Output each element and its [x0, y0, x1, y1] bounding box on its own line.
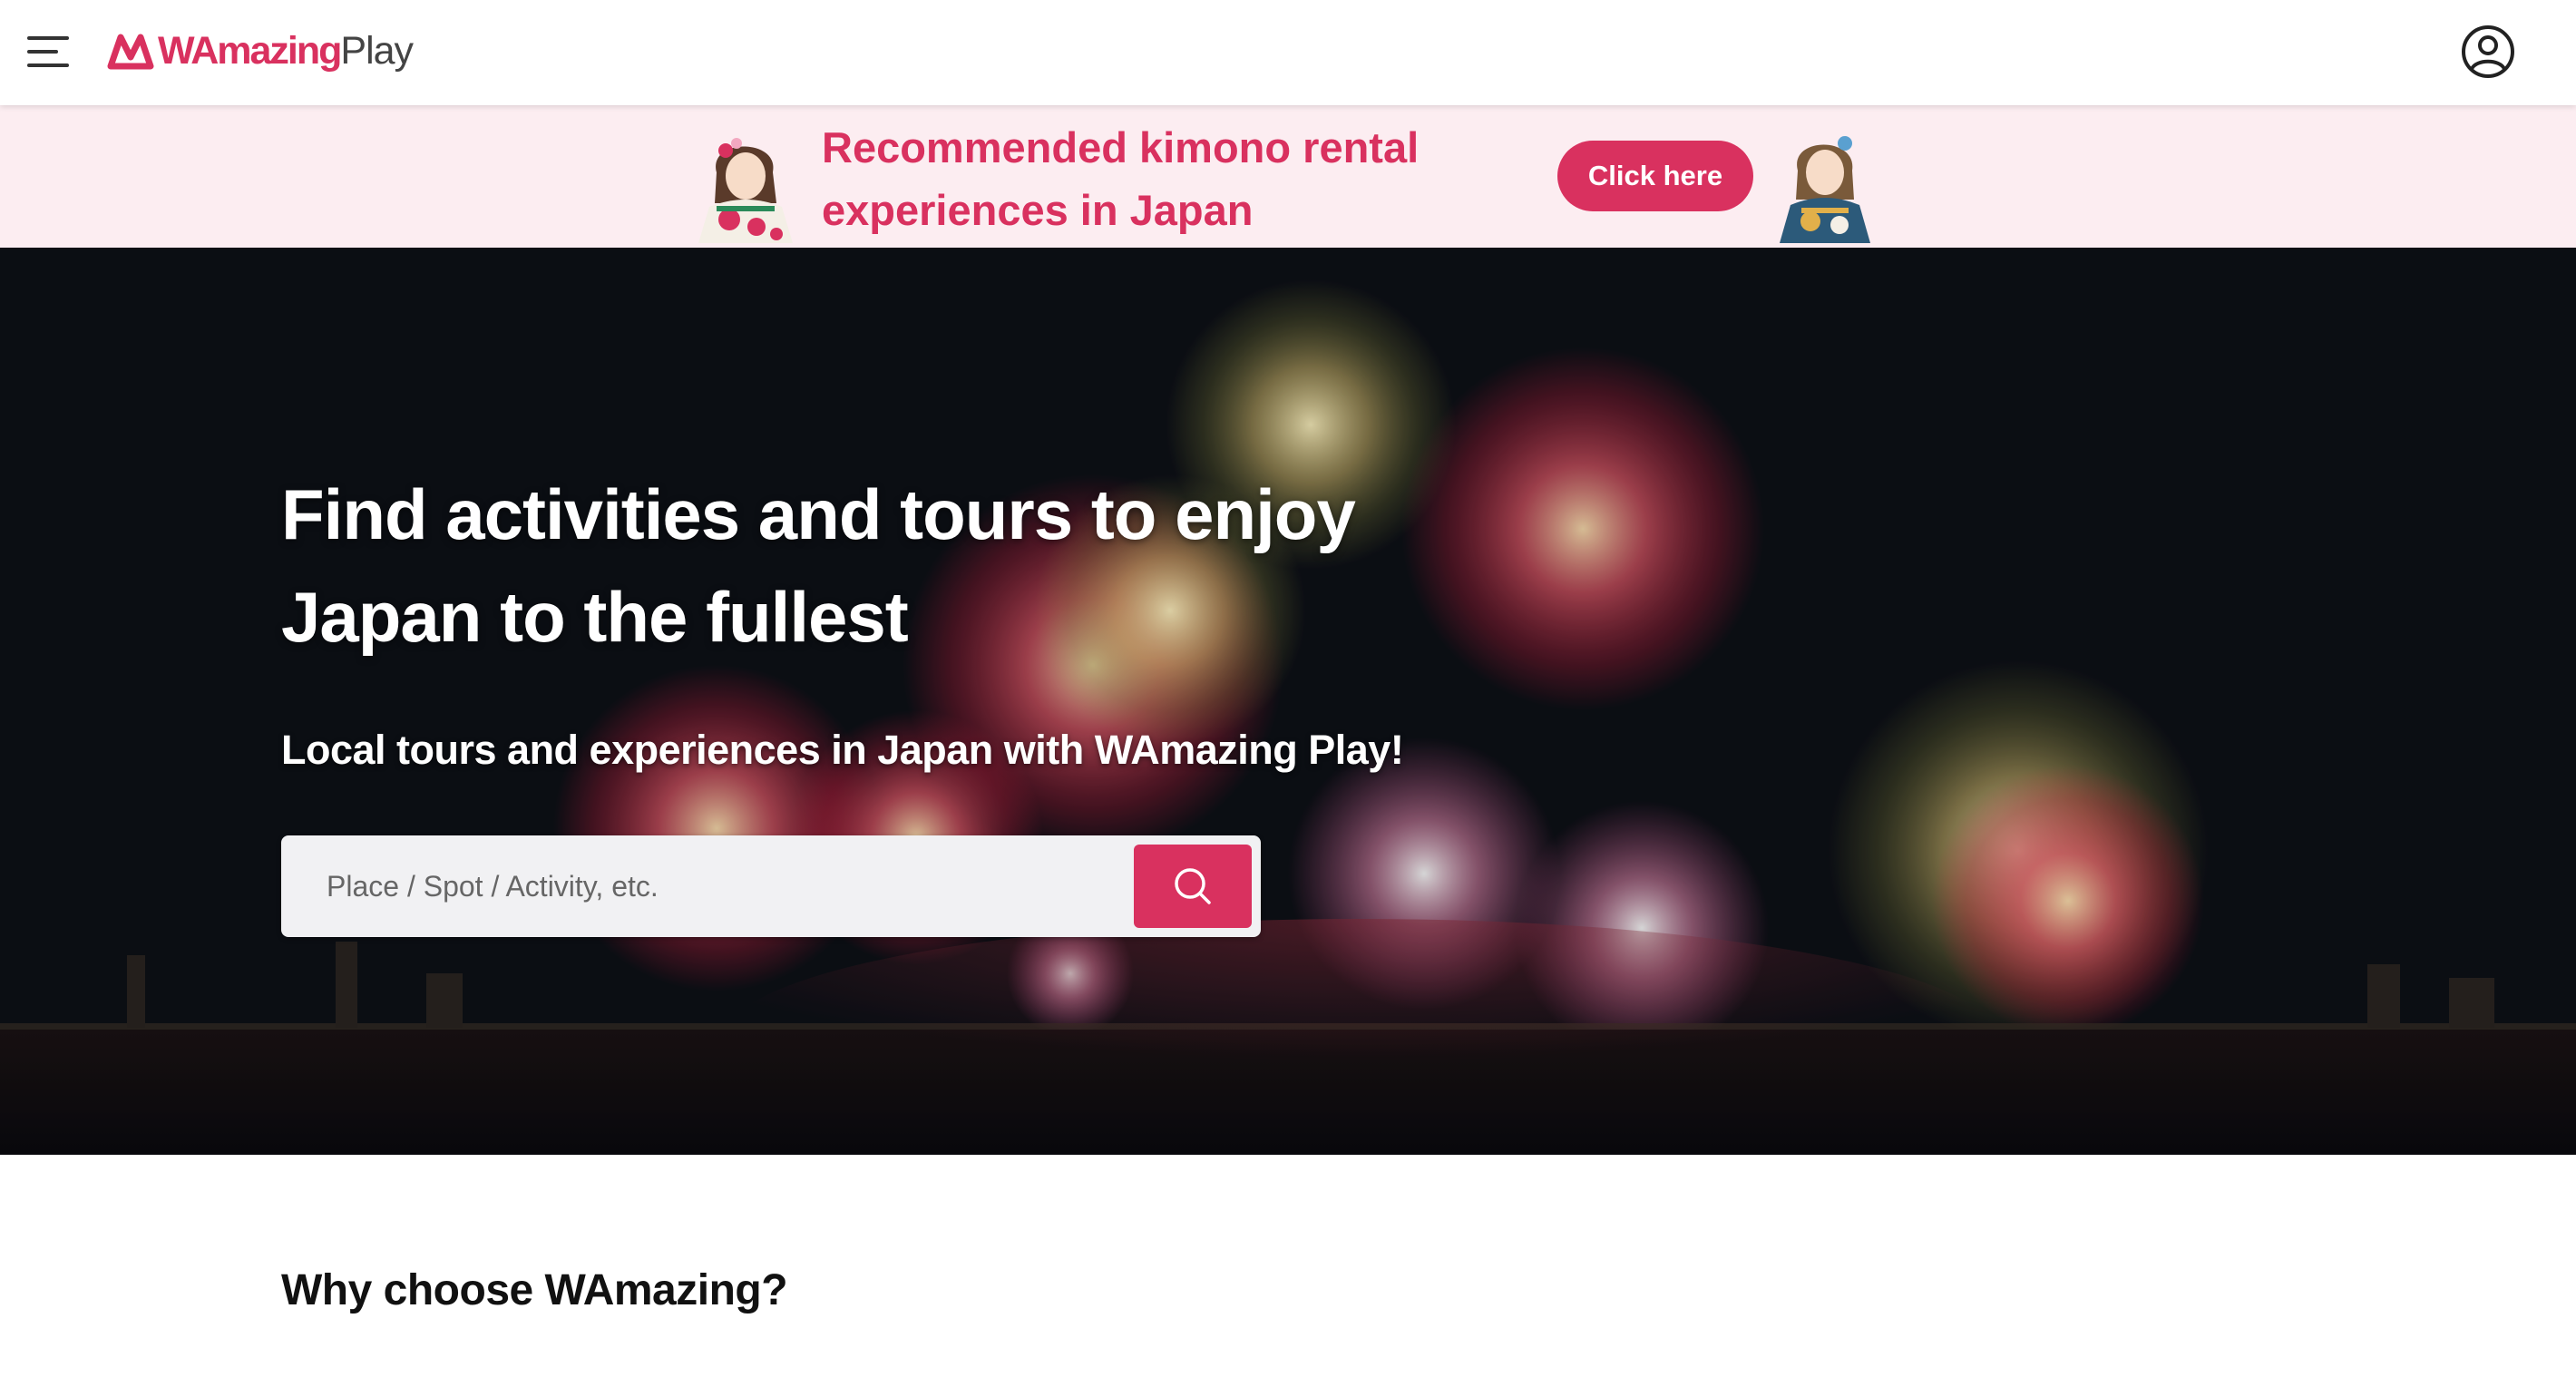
search-input[interactable] [281, 835, 1125, 937]
logo-text-play: Play [340, 28, 414, 73]
logo-text-wamazing: WAmazing [158, 28, 342, 73]
hero-title-line-2: Japan to the fullest [281, 577, 909, 657]
logo-mark-icon [107, 34, 154, 70]
wamazing-play-logo[interactable]: WAmazing Play [107, 25, 414, 76]
top-header: WAmazing Play [0, 0, 2576, 105]
promo-text: Recommended kimono rental experiences in… [822, 123, 1420, 234]
kimono-promo-banner: Recommended kimono rental experiences in… [0, 105, 2576, 248]
search-button[interactable] [1134, 845, 1252, 928]
search-bar [281, 835, 1261, 937]
hero-title-line-1: Find activities and tours to enjoy [281, 474, 1356, 554]
hero-section: Find activities and tours to enjoy Japan… [0, 248, 2576, 1155]
click-here-button[interactable]: Click here [1557, 141, 1753, 211]
fireworks-background-image [0, 248, 2576, 1155]
hamburger-menu-icon[interactable] [27, 31, 73, 73]
hero-title: Find activities and tours to enjoy Japan… [281, 464, 1460, 669]
kimono-girl-illustration-left [698, 138, 793, 243]
kimono-girl-illustration-right [1780, 136, 1870, 243]
hero-subtitle: Local tours and experiences in Japan wit… [281, 727, 1404, 773]
why-choose-heading: Why choose WAmazing? [281, 1266, 788, 1314]
search-icon [1175, 868, 1211, 904]
user-circle-icon[interactable] [2460, 24, 2516, 80]
